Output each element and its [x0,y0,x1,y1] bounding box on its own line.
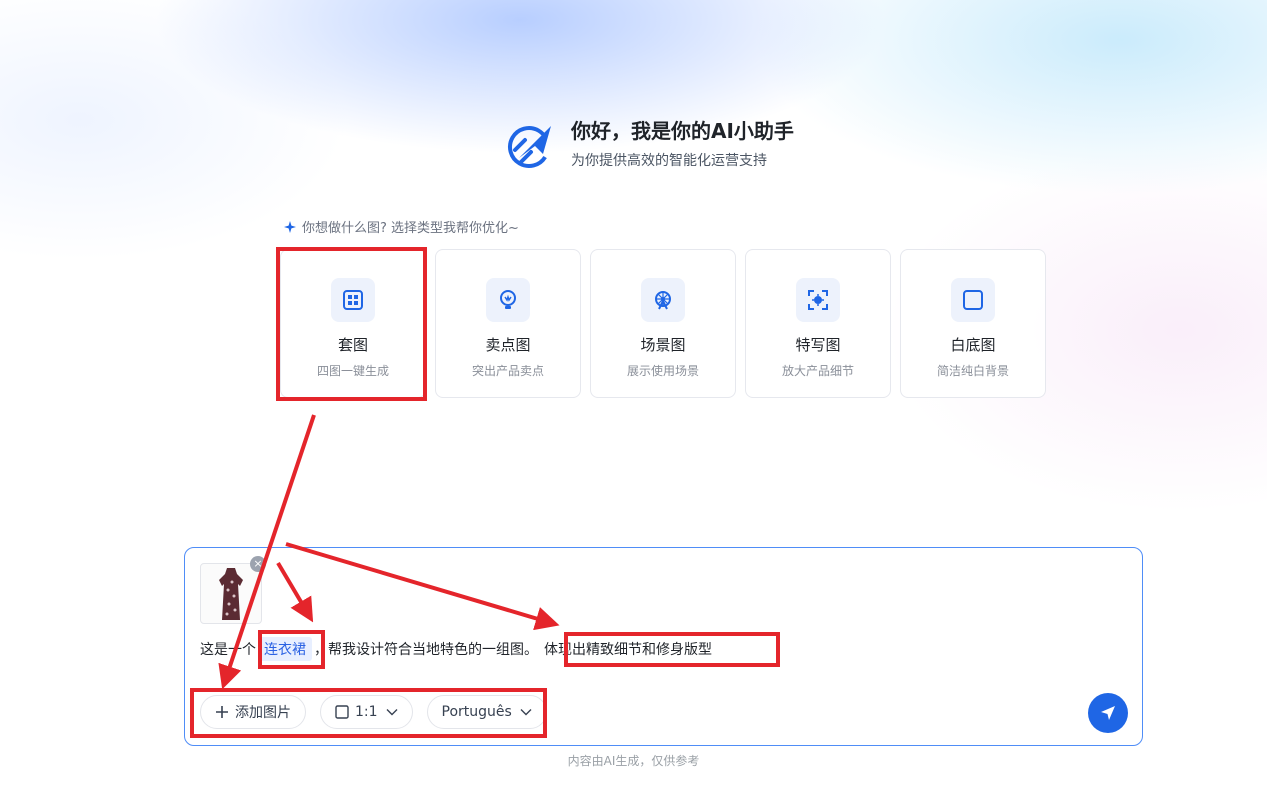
prompt-prefix: 这是一个 [200,642,256,658]
card-title: 白底图 [950,336,996,354]
ratio-select[interactable]: 1:1 [320,695,413,729]
language-select[interactable]: Português [426,695,547,729]
dress-thumbnail [219,567,243,620]
prompt-panel[interactable]: × 这是一个 连衣裙 ，帮我设计符合当地特色的一组图。 体现出精致细节和修身版型… [184,547,1143,746]
aspect-ratio-icon [335,705,349,719]
attachment-thumbnail[interactable] [200,563,262,624]
image-type-cards: 套图 四图一键生成 卖点图 突出产品卖点 场景图 展示使用场景 特写图 放大产品… [280,249,1046,398]
page-subtitle: 为你提供高效的智能化运营支持 [571,153,767,169]
ferris-wheel-icon [641,278,685,322]
chevron-down-icon [520,708,532,716]
square-icon [951,278,995,322]
add-image-button[interactable]: 添加图片 [200,695,306,729]
card-title: 场景图 [640,336,686,354]
card-title: 套图 [337,336,368,354]
type-hint: 你想做什么图? 选择类型我帮你优化~ [283,217,519,236]
rocket-logo-icon [508,126,551,168]
disclaimer: 内容由AI生成，仅供参考 [567,754,700,768]
bulb-icon [486,278,530,322]
page-title: 你好，我是你的AI小助手 [571,119,794,143]
card-desc: 放大产品细节 [781,364,854,378]
remove-attachment-button[interactable]: × [250,556,266,572]
card-set-image[interactable]: 套图 四图一键生成 [280,249,426,398]
card-desc: 展示使用场景 [626,364,699,378]
send-button[interactable] [1088,693,1128,733]
prompt-toolbar: 添加图片 1:1 Português [200,695,561,729]
hint-text: 你想做什么图? 选择类型我帮你优化~ [302,221,519,236]
focus-icon [796,278,840,322]
ratio-value: 1:1 [355,704,378,720]
prompt-middle: ，帮我设计符合当地特色的一组图。 [314,642,538,658]
prompt-text[interactable]: 这是一个 连衣裙 ，帮我设计符合当地特色的一组图。 体现出精致细节和修身版型 [200,637,718,661]
product-chip[interactable]: 连衣裙 [258,637,312,661]
card-desc: 突出产品卖点 [471,364,544,378]
chevron-down-icon [386,708,398,716]
add-image-label: 添加图片 [235,705,291,721]
card-desc: 简洁纯白背景 [936,364,1009,378]
grid-icon [331,278,375,322]
card-title: 特写图 [795,336,841,354]
detail-chip[interactable]: 体现出精致细节和修身版型 [538,637,718,661]
card-scene[interactable]: 场景图 展示使用场景 [590,249,736,398]
sparkle-icon [284,220,296,233]
card-desc: 四图一键生成 [316,364,389,378]
plus-icon [215,705,229,719]
send-icon [1101,706,1115,720]
card-selling-point[interactable]: 卖点图 突出产品卖点 [435,249,581,398]
language-value: Português [441,704,512,720]
card-closeup[interactable]: 特写图 放大产品细节 [745,249,891,398]
card-white-background[interactable]: 白底图 简洁纯白背景 [900,249,1046,398]
hero-header: 你好，我是你的AI小助手 为你提供高效的智能化运营支持 [507,117,794,171]
card-title: 卖点图 [485,336,531,354]
